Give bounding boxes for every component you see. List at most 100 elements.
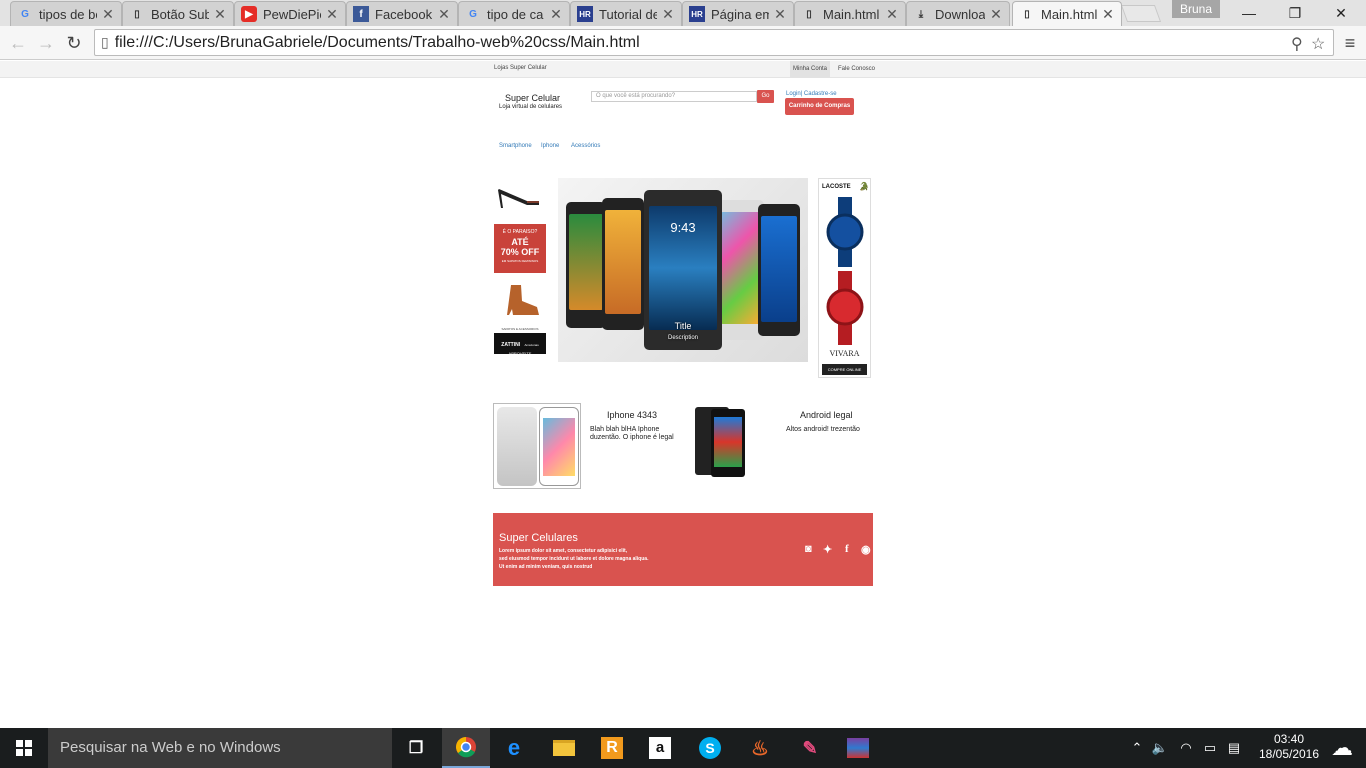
reload-icon[interactable]: ↻ [62, 31, 86, 55]
cloud-icon[interactable]: ☁ [1324, 728, 1360, 768]
my-account-link[interactable]: Minha Conta [790, 61, 831, 78]
close-icon[interactable]: ✕ [1101, 6, 1115, 23]
close-window-icon[interactable]: ✕ [1318, 0, 1364, 26]
category-smartphone[interactable]: Smartphone [499, 143, 532, 149]
zoom-icon[interactable]: ⚲ [1291, 34, 1303, 54]
instagram-icon[interactable]: ◙ [805, 543, 812, 555]
search-input[interactable]: O que você está procurando? [591, 91, 757, 102]
iphone-product-image[interactable] [493, 403, 581, 489]
winrar-icon[interactable] [834, 728, 882, 768]
forward-arrow-icon[interactable]: → [34, 31, 58, 55]
r-app-icon[interactable]: R [588, 728, 636, 768]
clock[interactable]: 03:40 18/05/2016 [1256, 732, 1322, 762]
notification-icon[interactable]: ▤ [1224, 728, 1244, 768]
tab-label: Tutorial de [599, 6, 657, 22]
close-icon[interactable]: ✕ [101, 6, 115, 23]
clock-date: 18/05/2016 [1258, 747, 1320, 761]
github-icon[interactable]: ◉ [861, 543, 871, 556]
site-footer: Super Celulares Lorem ipsum dolor sit am… [493, 513, 873, 586]
zattini-logo: ZATTINI [501, 342, 521, 348]
phone-image [602, 198, 644, 330]
task-view-icon[interactable]: ❐ [392, 728, 440, 768]
tab-1[interactable]: ▯ Botão Subi ✕ [122, 1, 234, 26]
search-go-button[interactable]: Go [757, 90, 774, 103]
tab-0[interactable]: G tipos de bo ✕ [10, 1, 122, 26]
boot-image[interactable] [501, 283, 541, 317]
sale-percent: 70% OFF [500, 247, 540, 257]
youtube-icon: ▶ [241, 6, 257, 22]
footer-text: sed eiusmod tempor incidunt ut labore et… [499, 556, 649, 562]
edge-icon[interactable]: e [490, 728, 538, 768]
close-icon[interactable]: ✕ [213, 6, 227, 23]
product-title[interactable]: Android legal [800, 410, 853, 420]
sale-banner[interactable]: É O PARAISO? ATÉ 70% OFF EM SAPATOS FEMI… [494, 224, 546, 273]
download-icon: ⤓ [918, 8, 924, 20]
close-icon[interactable]: ✕ [549, 6, 563, 23]
volume-icon[interactable]: 🔈 [1150, 728, 1170, 768]
blue-watch-image [826, 197, 864, 267]
close-icon[interactable]: ✕ [437, 6, 451, 23]
phone-image [566, 202, 606, 328]
android-product-image[interactable] [693, 407, 747, 477]
tab-7[interactable]: ▯ Main.html ✕ [794, 1, 906, 26]
google-icon: G [469, 8, 477, 20]
heel-shoe-image[interactable] [497, 181, 541, 209]
phone-image [758, 204, 800, 336]
battery-icon[interactable]: ▭ [1200, 728, 1220, 768]
back-arrow-icon[interactable]: ← [6, 31, 30, 55]
amazon-icon[interactable]: a [636, 728, 684, 768]
paint-app-icon[interactable]: ✎ [786, 728, 834, 768]
tab-9-active[interactable]: ▯ Main.html ✕ [1012, 1, 1122, 26]
site-topbar: Lojas Super Celular Minha Conta Fale Con… [0, 61, 1366, 78]
chrome-icon[interactable] [442, 728, 490, 768]
buy-online-button[interactable]: COMPRE ONLINE [822, 364, 867, 375]
product-title[interactable]: Iphone 4343 [607, 410, 657, 420]
tab-3[interactable]: f Facebook ✕ [346, 1, 458, 26]
watch-ad-banner[interactable]: LACOSTE 🐊 VIVARA COMPRE ONLINE [818, 178, 871, 378]
close-icon[interactable]: ✕ [773, 6, 787, 23]
close-icon[interactable]: ✕ [989, 6, 1003, 23]
logo-title[interactable]: Super Celular [505, 93, 560, 103]
minimize-icon[interactable]: — [1226, 0, 1272, 26]
skype-icon[interactable]: S [686, 728, 734, 768]
category-acessorios[interactable]: Acessórios [571, 143, 600, 149]
profile-badge[interactable]: Bruna [1172, 0, 1220, 18]
chevron-up-icon[interactable]: ⌃ [1128, 728, 1146, 768]
close-icon[interactable]: ✕ [661, 6, 675, 23]
close-icon[interactable]: ✕ [885, 6, 899, 23]
url-text: file:///C:/Users/BrunaGabriele/Documents… [114, 33, 640, 51]
restore-icon[interactable]: ❐ [1272, 0, 1318, 26]
taskbar-search-input[interactable]: Pesquisar na Web e no Windows [48, 728, 392, 768]
footer-title: Super Celulares [499, 532, 578, 544]
tab-2[interactable]: ▶ PewDiePie ✕ [234, 1, 346, 26]
new-tab-button[interactable] [1120, 5, 1162, 22]
file-explorer-icon[interactable] [540, 728, 588, 768]
login-link[interactable]: Login| Cadastre-se [786, 91, 837, 97]
tab-4[interactable]: G tipo de ca ✕ [458, 1, 570, 26]
zattini-banner[interactable]: SAPATOS E ACESSORIOS ZATTINI Amazonas AP… [494, 327, 546, 356]
star-icon[interactable]: ☆ [1311, 34, 1325, 54]
tab-5[interactable]: HR Tutorial de ✕ [570, 1, 682, 26]
close-icon[interactable]: ✕ [325, 6, 339, 23]
hero-carousel[interactable]: 9:43 Title Description [558, 178, 808, 362]
footer-text: Lorem ipsum dolor sit amet, consectetur … [499, 548, 628, 554]
tab-6[interactable]: HR Página em ✕ [682, 1, 794, 26]
browser-tab-strip: G tipos de bo ✕ ▯ Botão Subi ✕ ▶ PewDieP… [0, 0, 1366, 26]
sale-label: É O PARAISO? [502, 229, 538, 235]
cart-button[interactable]: Carrinho de Compras [785, 98, 854, 115]
flame-app-icon[interactable]: ♨ [736, 728, 784, 768]
tab-8[interactable]: ⤓ Download ✕ [906, 1, 1010, 26]
tab-label: Facebook [375, 6, 433, 22]
menu-icon[interactable]: ≡ [1338, 31, 1362, 55]
windows-start-icon[interactable] [0, 728, 48, 768]
twitter-icon[interactable]: ✦ [823, 543, 832, 556]
category-iphone[interactable]: Iphone [541, 143, 559, 149]
store-name: Lojas Super Celular [494, 65, 547, 71]
windows-taskbar: Pesquisar na Web e no Windows ❐ e R a S … [0, 728, 1366, 768]
contact-link[interactable]: Fale Conosco [838, 61, 875, 78]
address-bar[interactable]: ▯ file:///C:/Users/BrunaGabriele/Documen… [94, 29, 1334, 56]
tab-label: tipo de ca [487, 6, 544, 22]
facebook-icon[interactable]: f [845, 543, 849, 555]
browser-toolbar: ← → ↻ ▯ file:///C:/Users/BrunaGabriele/D… [0, 26, 1366, 60]
wifi-icon[interactable]: ◠ [1176, 728, 1196, 768]
